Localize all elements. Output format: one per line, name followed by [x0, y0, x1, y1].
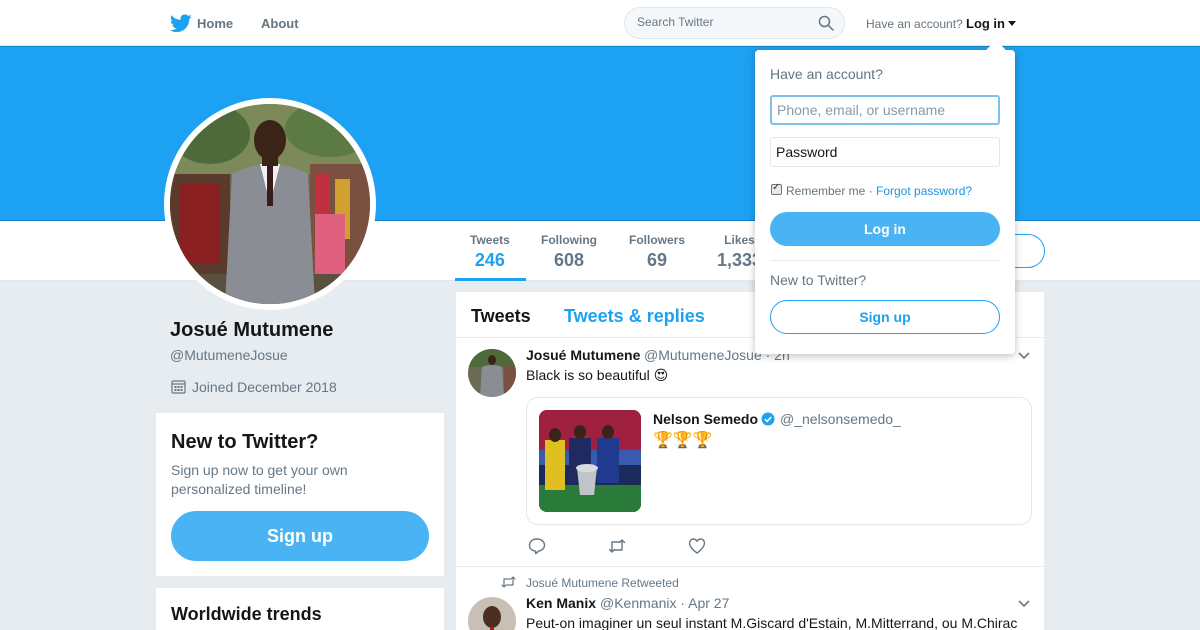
signup-card-title: New to Twitter? [171, 431, 319, 453]
quoted-tweet-card[interactable]: Nelson Semedo @_nelsonsemedo_ 🏆🏆🏆 [526, 397, 1032, 525]
profile-avatar-frame [164, 98, 376, 310]
tweet-text: Black is so beautiful 😍 [526, 367, 669, 383]
remember-me-label[interactable]: Remember me · [786, 184, 873, 198]
quoted-author-handle[interactable]: @_nelsonsemedo_ [780, 411, 901, 427]
like-icon[interactable] [688, 537, 706, 555]
calendar-icon [171, 380, 186, 394]
tab-tweets-and-replies[interactable]: Tweets & replies [564, 306, 705, 327]
tweet-text: Peut-on imaginer un seul instant M.Gisca… [526, 615, 1018, 630]
tweet-author-name[interactable]: Ken Manix [526, 595, 596, 611]
twitter-bird-icon[interactable] [170, 14, 192, 33]
verified-badge-icon [761, 412, 775, 426]
login-dropdown: Have an account? Remember me · Forgot pa… [755, 40, 1015, 354]
signup-button[interactable]: Sign up [171, 511, 429, 561]
remember-me-checkbox[interactable] [771, 182, 782, 195]
login-dropdown-toggle[interactable]: Log in [966, 16, 1005, 31]
login-button[interactable]: Log in [770, 212, 1000, 246]
trends-card: Worldwide trends [156, 588, 444, 630]
tweet-author-name[interactable]: Josué Mutumene [526, 347, 640, 363]
quoted-author-name[interactable]: Nelson Semedo [653, 411, 758, 427]
active-stat-underline [455, 278, 526, 281]
stat-value: 608 [553, 250, 585, 270]
quoted-tweet-text: 🏆🏆🏆 [653, 432, 713, 449]
stat-tweets[interactable]: Tweets 246 [470, 233, 510, 271]
nav-home-link[interactable]: Home [197, 16, 233, 31]
profile-joined-date: Joined December 2018 [192, 379, 337, 395]
retweet-icon[interactable] [608, 537, 626, 555]
stat-value: 69 [646, 250, 668, 270]
tweet-author-handle[interactable]: @Kenmanix · Apr 27 [600, 595, 729, 611]
tweet-menu-chevron-icon[interactable] [1018, 352, 1030, 360]
tweet-author-avatar[interactable] [468, 597, 516, 630]
caret-down-icon[interactable] [1008, 21, 1016, 26]
retweet-context[interactable]: Josué Mutumene Retweeted [526, 576, 679, 590]
dropdown-divider [770, 260, 1000, 261]
nav-about-link[interactable]: About [261, 16, 299, 31]
trends-title: Worldwide trends [171, 604, 322, 624]
stat-label: Tweets [470, 233, 510, 247]
have-account-label: Have an account? [866, 17, 963, 31]
stat-label: Followers [629, 233, 686, 247]
reply-icon[interactable] [528, 537, 546, 555]
profile-screen-name[interactable]: @MutumeneJosue [170, 347, 288, 363]
tweet-author-avatar[interactable] [468, 349, 516, 397]
tweet-divider [456, 566, 1044, 567]
retweeted-icon [501, 576, 516, 588]
profile-full-name[interactable]: Josué Mutumene [170, 319, 333, 342]
top-nav-bar: Home About Have an account? Log in [0, 0, 1200, 46]
forgot-password-link[interactable]: Forgot password? [876, 184, 972, 198]
stat-following[interactable]: Following 608 [541, 233, 597, 271]
search-input[interactable] [637, 15, 807, 29]
username-field[interactable] [770, 95, 1000, 125]
stat-label: Following [541, 233, 597, 247]
password-field[interactable] [770, 137, 1000, 167]
quoted-tweet-media[interactable] [539, 410, 641, 512]
tab-tweets[interactable]: Tweets [471, 306, 531, 327]
dropdown-signup-button[interactable]: Sign up [770, 300, 1000, 334]
avatar-photo [170, 104, 370, 304]
stat-value: 246 [474, 250, 505, 270]
search-icon[interactable] [818, 15, 834, 31]
profile-avatar[interactable] [170, 104, 370, 304]
author-avatar-photo [468, 349, 516, 397]
author-avatar-photo [468, 597, 516, 630]
quoted-media-photo [539, 410, 641, 512]
tweet-menu-chevron-icon[interactable] [1018, 600, 1030, 608]
login-dropdown-heading: Have an account? [770, 66, 883, 82]
signup-card-text: Sign up now to get your own personalized… [171, 462, 348, 497]
search-box[interactable] [624, 7, 845, 39]
signup-card: New to Twitter? Sign up now to get your … [156, 413, 444, 576]
stat-followers[interactable]: Followers 69 [629, 233, 685, 271]
new-to-twitter-label: New to Twitter? [770, 272, 867, 288]
